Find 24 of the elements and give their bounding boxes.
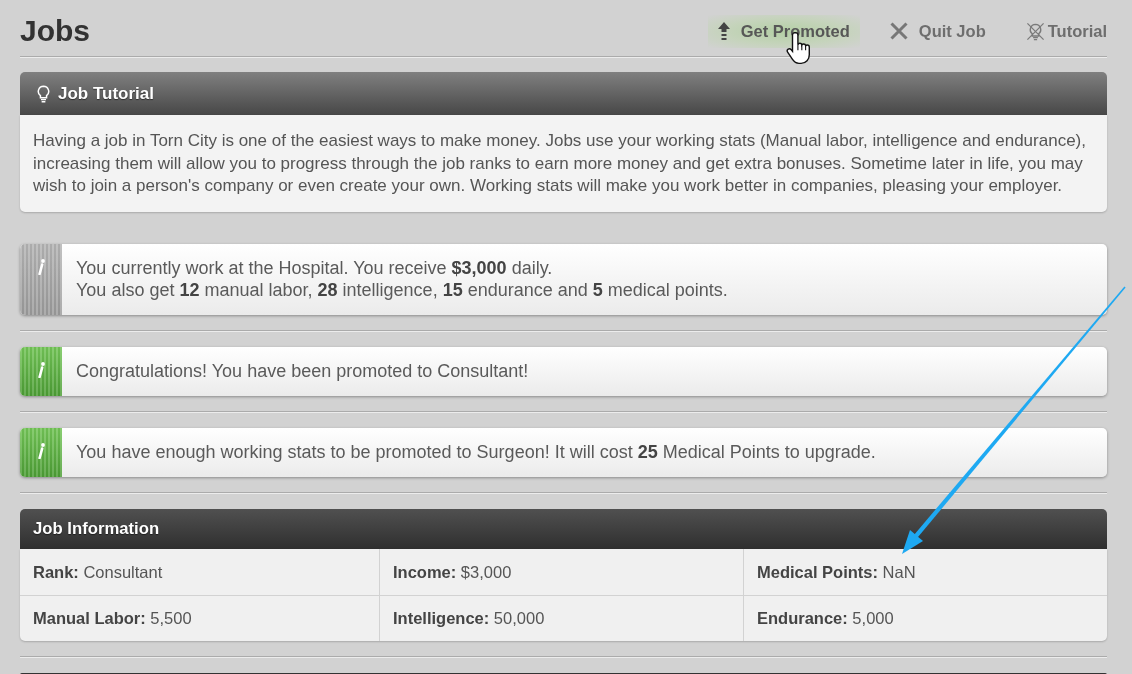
message-text: You also get 12 manual labor, 28 intelligence, 15 endurance and 5 medical points. bbox=[76, 278, 728, 301]
message-text: Congratulations! You have been promoted to Consultant! bbox=[76, 359, 529, 382]
table-cell: Income: $3,000 bbox=[380, 548, 744, 595]
info-icon bbox=[20, 243, 62, 315]
panel-title: Job Information bbox=[33, 518, 160, 539]
up-arrow-icon bbox=[717, 22, 730, 40]
panel-title: Job Tutorial bbox=[58, 83, 154, 104]
x-icon bbox=[889, 22, 908, 40]
table-cell: Endurance: 5,000 bbox=[744, 594, 1107, 641]
header-link[interactable]: Quit Job bbox=[879, 14, 996, 48]
message-text: You have enough working stats to be promoted to Surgeon! It will cost 25 Medical Points to upgrade. bbox=[76, 440, 876, 463]
header-link[interactable]: Tutorial bbox=[1015, 14, 1107, 48]
message-text: You currently work at the Hospital. You receive $3,000 daily. bbox=[76, 256, 554, 279]
crossed-lightbulb-icon bbox=[1025, 21, 1045, 41]
table-cell: Rank: Consultant bbox=[20, 548, 380, 595]
table-cell-text: Medical Points: NaN bbox=[756, 561, 917, 583]
header-link[interactable]: Get Promoted bbox=[707, 14, 860, 48]
table-cell: Manual Labor: 5,500 bbox=[20, 594, 380, 641]
lightbulb-icon bbox=[37, 84, 50, 103]
page-title: Jobs bbox=[20, 16, 92, 46]
info-icon bbox=[20, 427, 62, 477]
info-icon bbox=[20, 346, 62, 396]
table-cell: Intelligence: 50,000 bbox=[380, 594, 744, 641]
tutorial-text: Having a job in Torn City is one of the easiest ways to make money. Jobs use your working stats (Manual labor, intelligence and endurance), increasing them will allow you to progress through the job ranks to earn more money and get extra bonuses. Sometime later in life, you may wish to join a person's company or even create your own. Working stats will make you work better in companies, pleasing your employer. bbox=[20, 115, 1107, 212]
